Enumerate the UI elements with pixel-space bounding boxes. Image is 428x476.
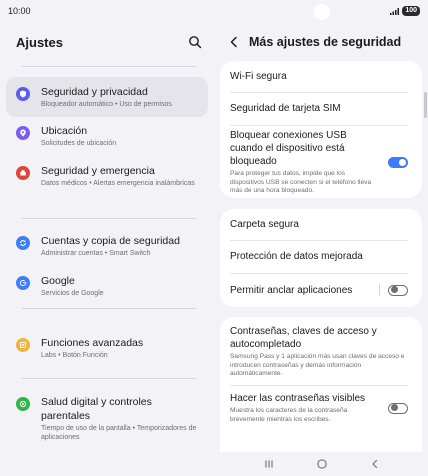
sidebar-item-subtitle: Bloqueador automático • Uso de permisos — [41, 101, 172, 108]
sidebar-item-subtitle: Solicitudes de ubicación — [41, 140, 117, 147]
sidebar-item-subtitle: Servicios de Google — [41, 290, 104, 297]
google-icon — [16, 276, 30, 290]
scrollbar[interactable] — [424, 92, 427, 118]
sidebar-item-label: Ubicación — [41, 125, 88, 137]
divider — [22, 66, 196, 67]
row-enhanced-data-protection[interactable]: Protección de datos mejorada — [220, 240, 422, 273]
row-passwords-autofill[interactable]: Contraseñas, claves de acceso y autocomp… — [220, 317, 422, 385]
row-block-usb[interactable]: Bloquear conexiones USB cuando el dispos… — [220, 125, 422, 198]
row-description: Samsung Pass y 1 aplicación más usan cla… — [230, 353, 405, 378]
divider — [22, 308, 196, 309]
row-secure-folder[interactable]: Carpeta segura — [220, 209, 422, 240]
row-pin-apps[interactable]: Permitir anclar aplicaciones — [220, 273, 422, 307]
row-label: Wi-Fi segura — [230, 71, 287, 82]
status-icons: 100 — [390, 6, 420, 16]
sidebar-item-label: Cuentas y copia de seguridad — [41, 235, 180, 247]
back-arrow-icon[interactable] — [228, 36, 240, 48]
row-description: Muestra los caracteres de la contraseña … — [230, 406, 348, 423]
sidebar-item-advanced-features[interactable]: Funciones avanzadas Labs • Botón Función — [6, 336, 208, 366]
sidebar-item-subtitle: Administrar cuentas • Smart Switch — [41, 250, 151, 257]
back-icon[interactable] — [369, 458, 381, 470]
right-header: Más ajustes de seguridad — [216, 22, 428, 62]
search-icon[interactable] — [188, 35, 202, 49]
sidebar-item-label: Seguridad y privacidad — [41, 86, 148, 98]
show-passwords-toggle[interactable] — [388, 402, 408, 414]
shield-icon — [16, 87, 30, 101]
sidebar-item-subtitle: Tiempo de uso de la pantalla • Temporiza… — [41, 425, 197, 441]
sidebar-item-safety-emergency[interactable]: Seguridad y emergencia Datos médicos • A… — [6, 164, 208, 204]
row-label: Seguridad de tarjeta SIM — [230, 103, 341, 114]
divider — [22, 378, 196, 379]
usb-block-toggle[interactable] — [388, 157, 408, 168]
row-sim-security[interactable]: Seguridad de tarjeta SIM — [220, 92, 422, 125]
left-header: Ajustes — [0, 22, 216, 62]
row-label: Permitir anclar aplicaciones — [230, 284, 353, 296]
status-bar: 10:00 100 — [0, 0, 428, 22]
sidebar-item-label: Salud digital y controles parentales — [41, 396, 152, 422]
sidebar-item-subtitle: Datos médicos • Alertas emergencia inalá… — [41, 180, 195, 187]
sync-icon — [16, 236, 30, 250]
sidebar-item-label: Funciones avanzadas — [41, 337, 144, 349]
sidebar-item-label: Seguridad y emergencia — [41, 165, 155, 177]
sidebar-item-google[interactable]: Google Servicios de Google — [6, 274, 208, 304]
vertical-separator — [379, 284, 380, 296]
row-description: Para proteger tus datos, impide que los … — [230, 170, 372, 195]
row-label: Carpeta segura — [230, 219, 299, 230]
row-label: Bloquear conexiones USB cuando el dispos… — [230, 130, 347, 168]
battery-icon: 100 — [402, 6, 420, 16]
advanced-features-icon — [16, 338, 30, 352]
status-time: 10:00 — [8, 6, 31, 16]
signal-icon — [390, 7, 400, 15]
row-label: Hacer las contraseñas visibles — [230, 392, 366, 404]
sidebar-item-subtitle: Labs • Botón Función — [41, 352, 108, 359]
emergency-icon — [16, 166, 30, 180]
location-pin-icon — [16, 126, 30, 140]
security-card-2: Carpeta segura Protección de datos mejor… — [220, 209, 422, 307]
row-show-passwords[interactable]: Hacer las contraseñas visibles Muestra l… — [220, 385, 422, 431]
row-label: Protección de datos mejorada — [230, 251, 363, 262]
camera-cutout — [314, 4, 330, 20]
sidebar-item-location[interactable]: Ubicación Solicitudes de ubicación — [6, 124, 208, 154]
sidebar-item-digital-wellbeing[interactable]: Salud digital y controles parentales Tie… — [6, 395, 208, 441]
settings-list-pane: Ajustes Seguridad y privacidad Bloqueado… — [0, 22, 216, 476]
sidebar-item-label: Google — [41, 275, 75, 287]
navigation-bar — [216, 452, 428, 476]
page-title: Ajustes — [16, 34, 63, 50]
divider — [22, 218, 196, 219]
security-detail-pane: Más ajustes de seguridad Wi-Fi segura Se… — [216, 22, 428, 476]
row-label: Contraseñas, claves de acceso y autocomp… — [230, 326, 377, 351]
security-card-1: Wi-Fi segura Seguridad de tarjeta SIM Bl… — [220, 61, 422, 198]
home-icon[interactable] — [316, 458, 328, 470]
pin-apps-toggle[interactable] — [388, 284, 408, 296]
digital-wellbeing-icon — [16, 397, 30, 411]
sidebar-item-accounts-backup[interactable]: Cuentas y copia de seguridad Administrar… — [6, 234, 208, 264]
recent-apps-icon[interactable] — [263, 458, 275, 470]
row-secure-wifi[interactable]: Wi-Fi segura — [220, 61, 422, 92]
sidebar-item-security-privacy[interactable]: Seguridad y privacidad Bloqueador automá… — [6, 77, 208, 117]
detail-title: Más ajustes de seguridad — [249, 35, 402, 49]
